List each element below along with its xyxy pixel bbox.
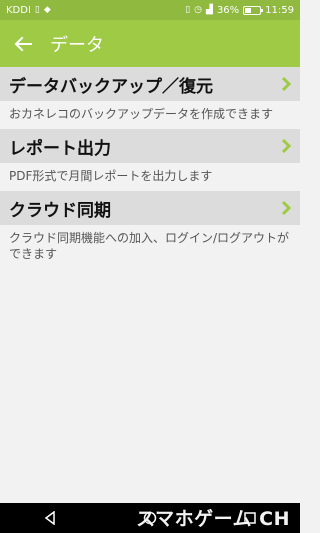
vibrate-icon: ▯ <box>185 4 191 15</box>
signal-icon: ▟ <box>206 4 213 15</box>
list-item-report[interactable]: レポート出力 PDF形式で月間レポートを出力します <box>0 129 300 191</box>
app-bar: データ <box>0 20 300 67</box>
chevron-right-icon <box>281 76 292 92</box>
report-row[interactable]: レポート出力 <box>0 129 300 163</box>
chevron-right-icon <box>281 200 292 216</box>
battery-percent: 36% <box>216 4 240 16</box>
backup-title: データバックアップ／復元 <box>9 76 213 97</box>
backup-description: おカネレコのバックアップデータを作成できます <box>0 101 300 129</box>
list-item-backup[interactable]: データバックアップ／復元 おカネレコのバックアップデータを作成できます <box>0 67 300 129</box>
backup-row[interactable]: データバックアップ／復元 <box>0 67 300 101</box>
report-description: PDF形式で月間レポートを出力します <box>0 163 300 191</box>
sim-icon: ▯ <box>34 4 40 15</box>
list-item-cloud-sync[interactable]: クラウド同期 クラウド同期機能への加入、ログイン/ログアウトができます <box>0 191 300 269</box>
back-button[interactable] <box>0 20 46 67</box>
cloud-sync-description: クラウド同期機能への加入、ログイン/ログアウトができます <box>0 225 300 269</box>
clock: 11:59 <box>265 4 294 16</box>
cloud-sync-row[interactable]: クラウド同期 <box>0 191 300 225</box>
chevron-right-icon <box>281 138 292 154</box>
triangle-back-icon <box>44 511 55 525</box>
battery-icon <box>243 5 264 15</box>
nav-back-button[interactable] <box>30 503 70 533</box>
watermark-logo: スマホゲーム CH <box>136 508 290 530</box>
settings-list: データバックアップ／復元 おカネレコのバックアップデータを作成できます レポート… <box>0 67 300 269</box>
carrier-label: KDDI <box>6 4 31 16</box>
arrow-left-icon <box>14 36 32 51</box>
status-bar: KDDI ▯ ◆ ▯ ◷ ▟ 36% 11:59 <box>0 0 300 20</box>
alarm-icon: ◷ <box>194 4 203 15</box>
page-title: データ <box>50 34 104 56</box>
cloud-sync-title: クラウド同期 <box>9 200 111 221</box>
report-title: レポート出力 <box>9 138 111 159</box>
notification-icon: ◆ <box>43 4 51 15</box>
